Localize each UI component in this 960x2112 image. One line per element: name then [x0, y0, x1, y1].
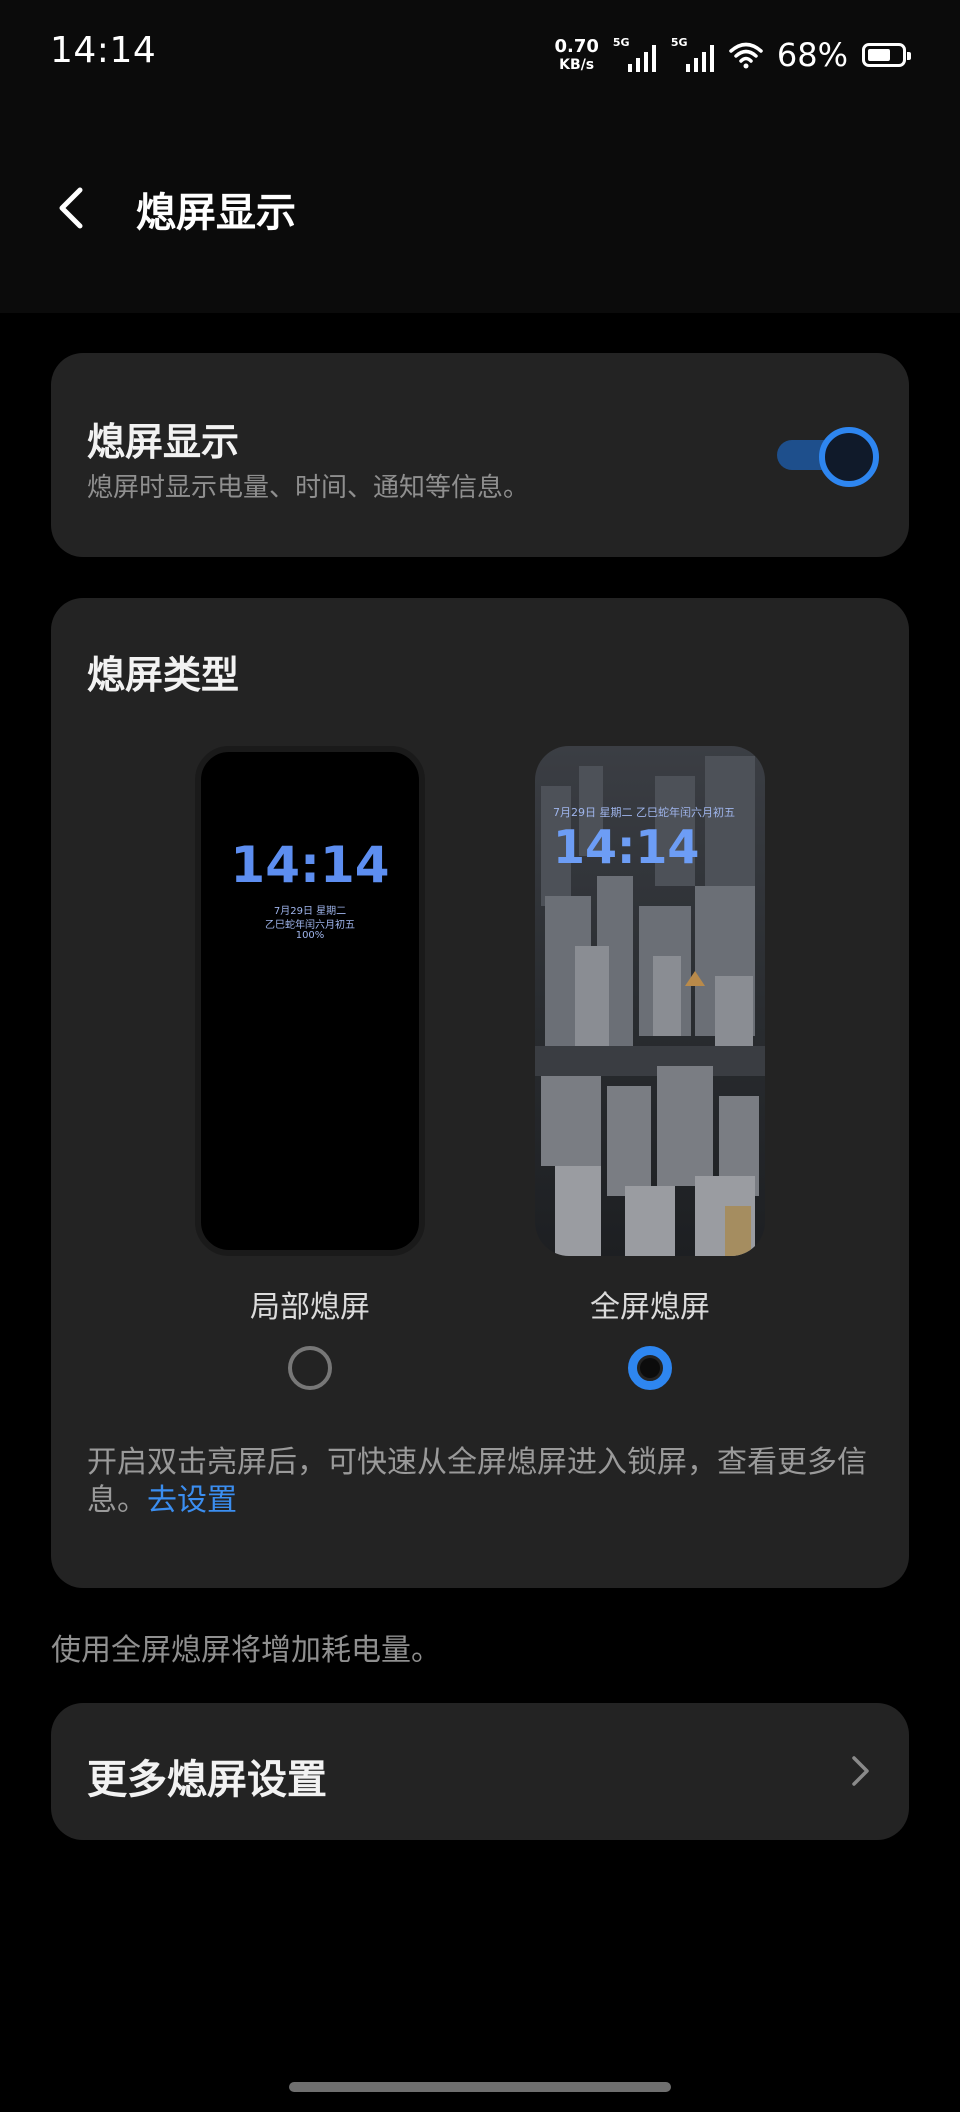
partial-aod-preview[interactable]: 14:14 7月29日 星期二 乙巳蛇年闰六月初五 100% [195, 746, 425, 1256]
wifi-icon [729, 42, 763, 69]
page-title: 熄屏显示 [136, 190, 296, 236]
full-aod-label: 全屏熄屏 [590, 1290, 710, 1325]
header: 熄屏显示 [0, 100, 960, 313]
aod-toggle-switch[interactable] [773, 424, 879, 487]
net-speed-value: 0.70 [554, 36, 599, 57]
chevron-right-icon [852, 1756, 869, 1786]
net-speed: 0.70 KB/s [554, 36, 599, 73]
preview-clock: 14:14 [230, 836, 390, 894]
aod-toggle-title: 熄屏显示 [87, 420, 240, 464]
back-button[interactable] [50, 178, 96, 238]
partial-aod-label: 局部熄屏 [250, 1290, 370, 1325]
partial-aod-radio[interactable] [288, 1346, 332, 1390]
status-icons: 0.70 KB/s 5G 5G 68% [554, 30, 911, 80]
more-settings-label: 更多熄屏设置 [87, 1757, 327, 1803]
preview-date: 7月29日 星期二 [273, 906, 347, 917]
full-aod-radio[interactable] [628, 1346, 672, 1390]
radio-selected-dot [640, 1358, 660, 1378]
battery-tip [907, 52, 911, 60]
full-aod-preview[interactable]: 7月29日 星期二 乙巳蛇年闰六月初五 14:14 [535, 746, 765, 1256]
chevron-left-icon [59, 187, 83, 229]
status-bar: 14:14 0.70 KB/s 5G 5G 68% [0, 0, 960, 100]
battery-percent: 68% [776, 36, 848, 74]
signal-icon-sim1: 5G [613, 36, 657, 72]
go-settings-link[interactable]: 去设置 [147, 1483, 237, 1518]
aod-toggle-subtitle: 熄屏时显示电量、时间、通知等信息。 [87, 473, 530, 503]
home-indicator[interactable] [289, 2082, 671, 2092]
net-speed-unit: KB/s [559, 57, 595, 73]
aod-toggle-card: 熄屏显示 熄屏时显示电量、时间、通知等信息。 [51, 353, 909, 557]
battery-fill [868, 49, 890, 61]
toggle-knob [819, 427, 879, 487]
preview-clock-full: 14:14 [553, 820, 700, 874]
preview-battery: 100% [295, 930, 325, 941]
aod-type-card: 熄屏类型 14:14 7月29日 星期二 乙巳蛇年闰六月初五 100% 7月29… [51, 598, 909, 1588]
preview-lunar: 乙巳蛇年闰六月初五 [265, 920, 355, 931]
preview-date-full: 7月29日 星期二 乙巳蛇年闰六月初五 [553, 806, 735, 819]
status-time: 14:14 [50, 30, 157, 71]
signal-icon-sim2: 5G [671, 36, 715, 72]
power-footnote: 使用全屏熄屏将增加耗电量。 [51, 1633, 441, 1668]
aod-type-title: 熄屏类型 [87, 653, 240, 697]
more-settings-row[interactable]: 更多熄屏设置 [51, 1703, 909, 1840]
battery-icon [862, 43, 911, 67]
aod-type-description: 开启双击亮屏后，可快速从全屏熄屏进入锁屏，查看更多信息。去设置 [87, 1444, 873, 1520]
